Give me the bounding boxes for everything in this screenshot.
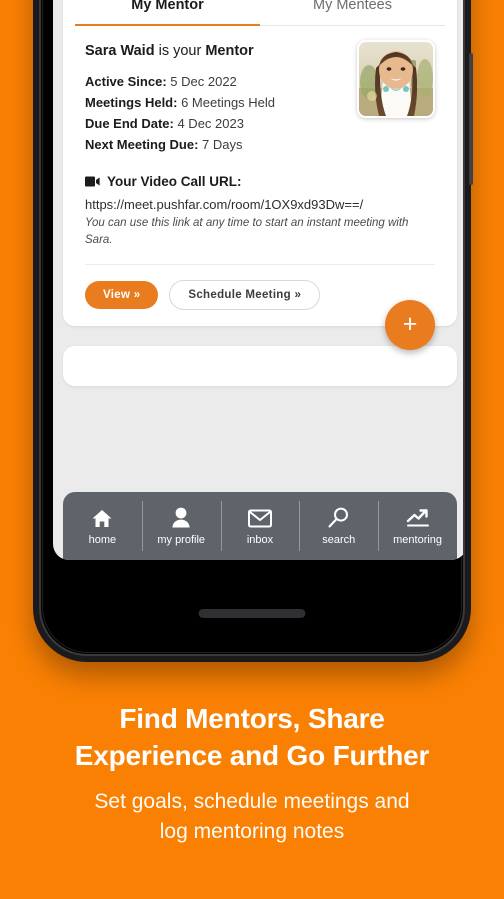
screen-scroll-area[interactable]: Schedule Meeting Dismiss My Mentor My Me… <box>53 0 463 386</box>
phone-screen: Schedule Meeting Dismiss My Mentor My Me… <box>53 0 463 560</box>
view-button[interactable]: View » <box>85 280 159 309</box>
detail-value: 6 Meetings Held <box>181 95 276 110</box>
trend-up-icon <box>406 506 430 528</box>
video-call-title: Your Video Call URL: <box>107 174 242 189</box>
mentor-detail-due-end-date: Due End Date: 4 Dec 2023 <box>85 116 435 131</box>
video-call-section: Your Video Call URL: https://meet.pushfa… <box>85 174 435 250</box>
phone-frame: Schedule Meeting Dismiss My Mentor My Me… <box>33 0 473 662</box>
detail-value: 4 Dec 2023 <box>177 116 244 131</box>
marketing-subtext-line2: log mentoring notes <box>159 819 345 843</box>
home-indicator[interactable] <box>198 609 306 618</box>
nav-label: mentoring <box>393 534 443 546</box>
mentor-role: Mentor <box>205 43 254 59</box>
nav-label: search <box>322 534 356 546</box>
nav-item-inbox[interactable]: inbox <box>220 492 300 560</box>
mentor-photo-icon <box>359 42 433 116</box>
add-fab-button[interactable]: + <box>385 299 435 350</box>
marketing-section: Find Mentors, Share Experience and Go Fu… <box>0 700 504 846</box>
nav-item-mentoring[interactable]: mentoring <box>378 492 457 560</box>
detail-label: Meetings Held: <box>85 95 178 110</box>
bottom-navigation-bar: home my profile inbox search mentoring <box>63 492 457 560</box>
magnifier-icon <box>328 506 349 528</box>
nav-item-home[interactable]: home <box>63 492 142 560</box>
tab-my-mentees[interactable]: My Mentees <box>260 0 445 26</box>
mentor-name: Sara Waid <box>85 43 155 59</box>
tab-my-mentor[interactable]: My Mentor <box>75 0 260 26</box>
marketing-headline-line1: Find Mentors, Share <box>119 703 385 734</box>
phone-side-button[interactable] <box>469 53 473 185</box>
detail-label: Active Since: <box>85 74 167 89</box>
tab-bar: My Mentor My Mentees <box>63 0 457 26</box>
home-icon <box>91 506 113 528</box>
video-call-title-row: Your Video Call URL: <box>85 174 435 189</box>
avatar[interactable] <box>357 40 435 118</box>
marketing-headline: Find Mentors, Share Experience and Go Fu… <box>26 700 478 774</box>
nav-label: home <box>88 534 117 546</box>
video-camera-icon <box>85 176 100 187</box>
video-call-hint: You can use this link at any time to sta… <box>85 217 409 247</box>
marketing-headline-line2: Experience and Go Further <box>74 740 430 772</box>
mentor-card: My Mentor My Mentees Sara Waid is your M… <box>63 0 457 350</box>
schedule-meeting-button[interactable]: Schedule Meeting » <box>169 279 321 310</box>
mentor-detail-next-meeting-due: Next Meeting Due: 7 Days <box>85 137 435 152</box>
person-icon <box>171 506 191 528</box>
marketing-subtext-line1: Set goals, schedule meetings and <box>94 790 410 814</box>
next-card-partial[interactable] <box>63 345 457 386</box>
marketing-subtext: Set goals, schedule meetings and log men… <box>26 787 478 846</box>
detail-value: 5 Dec 2022 <box>170 74 237 89</box>
video-call-url[interactable]: https://meet.pushfar.com/room/1OX9xd93Dw… <box>85 197 435 212</box>
detail-label: Next Meeting Due: <box>85 137 199 152</box>
mentor-headline-connector: is your <box>154 43 206 59</box>
nav-label: inbox <box>246 534 274 546</box>
phone-frame-inner: Schedule Meeting Dismiss My Mentor My Me… <box>39 0 465 656</box>
nav-item-search[interactable]: search <box>299 492 378 560</box>
nav-item-my-profile[interactable]: my profile <box>141 492 221 560</box>
mentor-body: Sara Waid is your Mentor Active Since: 5… <box>63 26 457 250</box>
nav-label: my profile <box>157 534 206 546</box>
envelope-icon <box>247 506 272 528</box>
detail-label: Due End Date: <box>85 116 174 131</box>
detail-value: 7 Days <box>202 137 243 152</box>
